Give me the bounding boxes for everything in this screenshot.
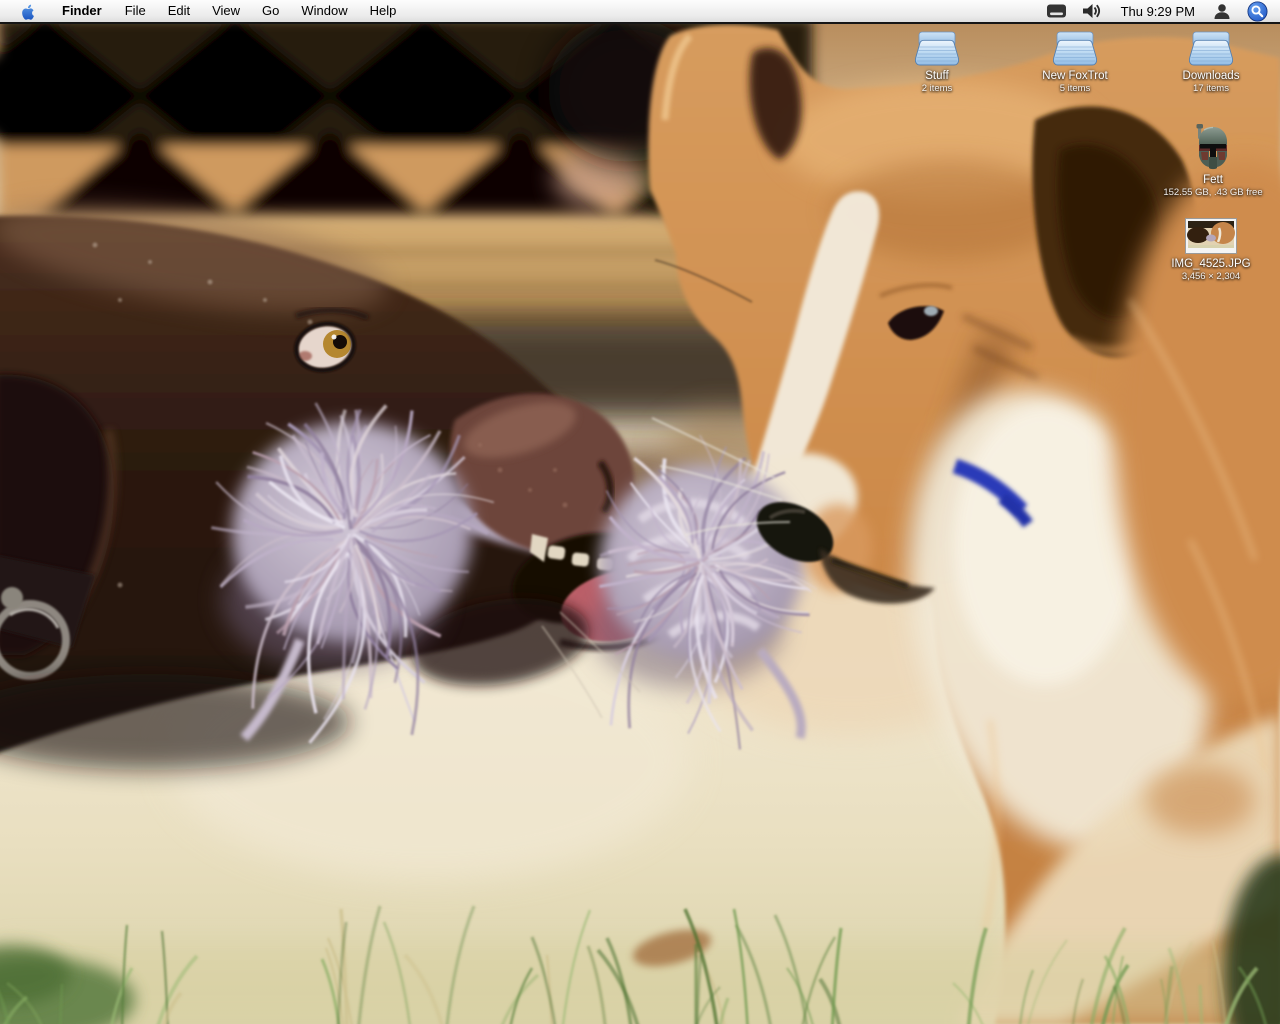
desktop-icon-downloads[interactable]: Downloads 17 items <box>1150 26 1272 94</box>
displays-icon <box>1046 4 1066 18</box>
menu-item-view[interactable]: View <box>201 0 251 22</box>
boba-fett-helmet-icon <box>1152 122 1274 170</box>
folder-icon <box>876 26 998 66</box>
app-menu-finder[interactable]: Finder <box>50 0 114 22</box>
spotlight-menu[interactable] <box>1239 0 1280 22</box>
icon-label: New FoxTrot <box>1042 70 1108 82</box>
menu-item-file[interactable]: File <box>114 0 157 22</box>
icon-label: Fett <box>1203 174 1223 186</box>
menu-item-window[interactable]: Window <box>290 0 358 22</box>
volume-icon <box>1082 4 1100 18</box>
menu-item-go[interactable]: Go <box>251 0 290 22</box>
icon-info: 152.55 GB, .43 GB free <box>1163 187 1263 198</box>
displays-menu-extra[interactable] <box>1038 0 1075 22</box>
folder-icon <box>1150 26 1272 66</box>
menu-bar-clock[interactable]: Thu 9:29 PM <box>1111 4 1205 19</box>
desktop-icon-img-4525[interactable]: IMG_4525.JPG 3,456 × 2,304 <box>1150 214 1272 282</box>
fast-user-switching-menu[interactable] <box>1205 0 1239 22</box>
desktop-icon-stuff[interactable]: Stuff 2 items <box>876 26 998 94</box>
spotlight-icon <box>1247 0 1268 22</box>
icon-info: 5 items <box>1059 83 1091 94</box>
volume-menu-extra[interactable] <box>1075 0 1111 22</box>
desktop-icon-new-foxtrot[interactable]: New FoxTrot 5 items <box>1014 26 1136 94</box>
folder-icon <box>1014 26 1136 66</box>
icon-label: Downloads <box>1182 70 1240 82</box>
icon-label: Stuff <box>925 70 949 82</box>
fast-user-switching-icon <box>1214 3 1230 19</box>
apple-logo-icon <box>22 4 34 20</box>
icon-label: IMG_4525.JPG <box>1171 258 1251 270</box>
desktop-icon-fett-volume[interactable]: Fett 152.55 GB, .43 GB free <box>1152 122 1274 198</box>
apple-menu[interactable] <box>0 0 50 22</box>
desktop-wallpaper <box>0 16 1280 1024</box>
desktop: Finder File Edit View Go Window Help Thu… <box>0 0 1280 1024</box>
menu-bar: Finder File Edit View Go Window Help Thu… <box>0 0 1280 24</box>
icon-info: 3,456 × 2,304 <box>1181 271 1241 282</box>
menu-item-help[interactable]: Help <box>359 0 408 22</box>
icon-info: 17 items <box>1193 83 1229 94</box>
menu-item-edit[interactable]: Edit <box>157 0 201 22</box>
photo-thumbnail-icon <box>1150 214 1272 254</box>
icon-info: 2 items <box>921 83 953 94</box>
